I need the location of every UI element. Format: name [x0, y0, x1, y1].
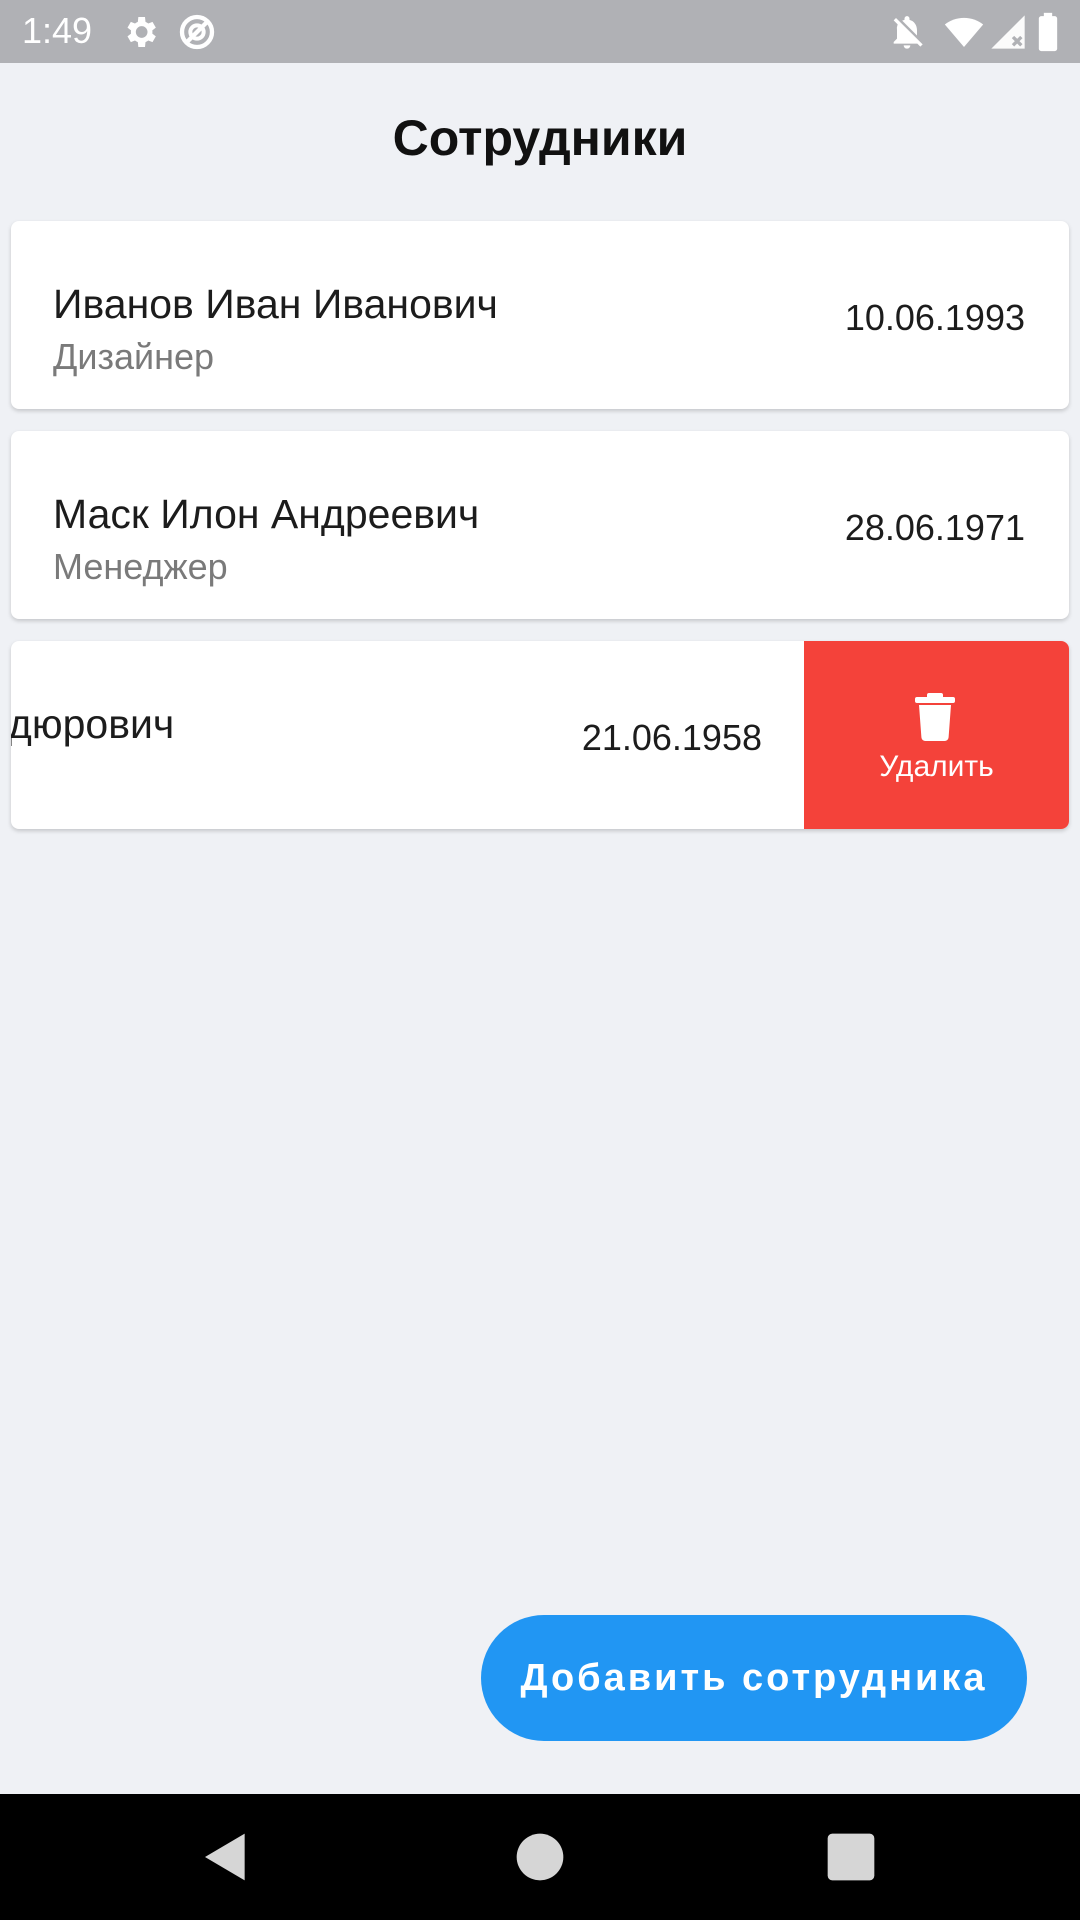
no-sync-icon — [177, 12, 217, 52]
employee-card-swiped[interactable]: Сергей Бордюрович к 21.06.1958 Удалить — [11, 641, 1069, 829]
wifi-icon — [944, 12, 984, 52]
employee-name: Маск Илон Андреевич — [53, 491, 480, 537]
gear-icon — [120, 12, 160, 52]
delete-label: Удалить — [879, 750, 994, 783]
employee-name: Иванов Иван Иванович — [53, 281, 498, 327]
screen: 1:49 Сотрудники Иванов Иван Иванович Диз… — [0, 0, 1080, 1920]
navigation-bar — [0, 1794, 1080, 1920]
page-title: Сотрудники — [392, 110, 688, 166]
delete-button[interactable]: Удалить — [804, 641, 1069, 829]
employee-birth-date: 21.06.1958 — [581, 717, 762, 758]
battery-icon — [1035, 12, 1061, 52]
employee-card[interactable]: Иванов Иван Иванович Дизайнер 10.06.1993 — [11, 221, 1069, 409]
employee-role: Дизайнер — [53, 336, 215, 377]
signal-icon — [988, 12, 1028, 52]
trash-icon — [915, 693, 955, 741]
employee-name: Сергей Бордюрович — [11, 701, 175, 747]
employee-birth-date: 10.06.1993 — [844, 297, 1025, 338]
add-employee-button[interactable]: Добавить сотрудника — [481, 1615, 1027, 1741]
status-bar: 1:49 — [0, 0, 1080, 63]
employee-card[interactable]: Маск Илон Андреевич Менеджер 28.06.1971 — [11, 431, 1069, 619]
recents-icon[interactable] — [823, 1829, 879, 1885]
notifications-off-icon — [887, 12, 927, 52]
status-time: 1:49 — [22, 10, 93, 51]
back-icon[interactable] — [198, 1829, 254, 1885]
home-icon[interactable] — [512, 1829, 568, 1885]
swiped-card-content[interactable]: Сергей Бордюрович к 21.06.1958 — [11, 641, 806, 829]
employee-birth-date: 28.06.1971 — [844, 507, 1025, 548]
employee-role: Менеджер — [53, 546, 228, 587]
